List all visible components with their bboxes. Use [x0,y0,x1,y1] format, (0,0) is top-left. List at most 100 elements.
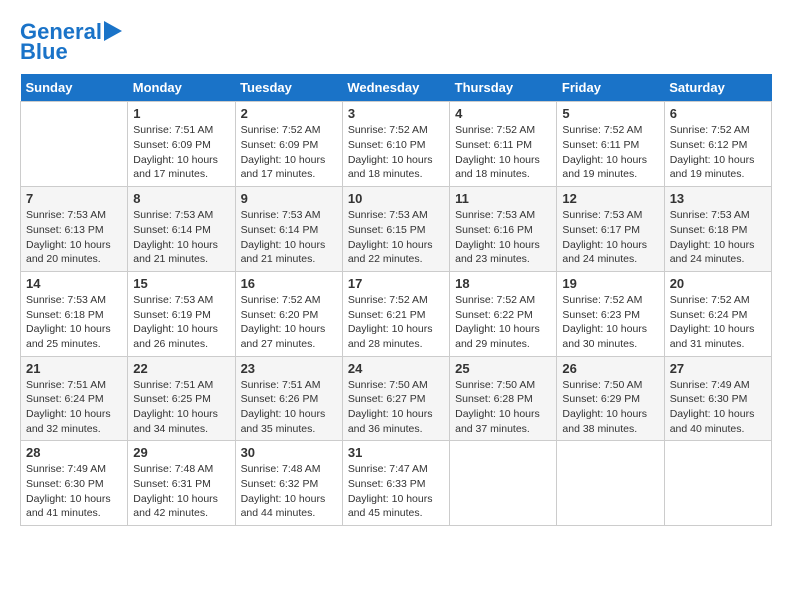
day-number: 12 [562,191,658,206]
day-info: Sunrise: 7:52 AMSunset: 6:22 PMDaylight:… [455,293,551,352]
day-number: 24 [348,361,444,376]
day-info: Sunrise: 7:52 AMSunset: 6:11 PMDaylight:… [455,123,551,182]
day-number: 21 [26,361,122,376]
day-info: Sunrise: 7:53 AMSunset: 6:18 PMDaylight:… [26,293,122,352]
calendar-cell: 4 Sunrise: 7:52 AMSunset: 6:11 PMDaylight… [450,102,557,187]
logo-icon [104,21,122,41]
day-number: 23 [241,361,337,376]
day-number: 30 [241,445,337,460]
day-number: 31 [348,445,444,460]
day-info: Sunrise: 7:52 AMSunset: 6:20 PMDaylight:… [241,293,337,352]
calendar-cell: 13 Sunrise: 7:53 AMSunset: 6:18 PMDayligh… [664,187,771,272]
calendar-cell: 25 Sunrise: 7:50 AMSunset: 6:28 PMDayligh… [450,356,557,441]
day-number: 7 [26,191,122,206]
day-info: Sunrise: 7:53 AMSunset: 6:17 PMDaylight:… [562,208,658,267]
day-number: 1 [133,106,229,121]
calendar-cell: 9 Sunrise: 7:53 AMSunset: 6:14 PMDaylight… [235,187,342,272]
day-number: 2 [241,106,337,121]
column-header-friday: Friday [557,74,664,102]
day-info: Sunrise: 7:50 AMSunset: 6:27 PMDaylight:… [348,378,444,437]
day-info: Sunrise: 7:53 AMSunset: 6:18 PMDaylight:… [670,208,766,267]
day-info: Sunrise: 7:53 AMSunset: 6:15 PMDaylight:… [348,208,444,267]
column-header-monday: Monday [128,74,235,102]
day-info: Sunrise: 7:53 AMSunset: 6:16 PMDaylight:… [455,208,551,267]
calendar-cell: 18 Sunrise: 7:52 AMSunset: 6:22 PMDayligh… [450,271,557,356]
day-info: Sunrise: 7:52 AMSunset: 6:21 PMDaylight:… [348,293,444,352]
calendar-cell: 27 Sunrise: 7:49 AMSunset: 6:30 PMDayligh… [664,356,771,441]
calendar-cell: 12 Sunrise: 7:53 AMSunset: 6:17 PMDayligh… [557,187,664,272]
calendar-cell [664,441,771,526]
day-info: Sunrise: 7:47 AMSunset: 6:33 PMDaylight:… [348,462,444,521]
day-number: 19 [562,276,658,291]
day-number: 4 [455,106,551,121]
day-number: 25 [455,361,551,376]
calendar-cell: 23 Sunrise: 7:51 AMSunset: 6:26 PMDayligh… [235,356,342,441]
day-info: Sunrise: 7:48 AMSunset: 6:31 PMDaylight:… [133,462,229,521]
day-info: Sunrise: 7:52 AMSunset: 6:23 PMDaylight:… [562,293,658,352]
day-info: Sunrise: 7:51 AMSunset: 6:25 PMDaylight:… [133,378,229,437]
column-header-tuesday: Tuesday [235,74,342,102]
calendar-cell: 21 Sunrise: 7:51 AMSunset: 6:24 PMDayligh… [21,356,128,441]
day-number: 26 [562,361,658,376]
day-number: 5 [562,106,658,121]
calendar-cell: 1Sunrise: 7:51 AMSunset: 6:09 PMDaylight… [128,102,235,187]
day-number: 22 [133,361,229,376]
day-number: 16 [241,276,337,291]
day-info: Sunrise: 7:53 AMSunset: 6:14 PMDaylight:… [133,208,229,267]
calendar-cell: 30 Sunrise: 7:48 AMSunset: 6:32 PMDayligh… [235,441,342,526]
calendar-cell: 11 Sunrise: 7:53 AMSunset: 6:16 PMDayligh… [450,187,557,272]
calendar-cell: 15 Sunrise: 7:53 AMSunset: 6:19 PMDayligh… [128,271,235,356]
day-number: 18 [455,276,551,291]
day-number: 14 [26,276,122,291]
calendar-cell: 5 Sunrise: 7:52 AMSunset: 6:11 PMDaylight… [557,102,664,187]
day-number: 27 [670,361,766,376]
day-info: Sunrise: 7:51 AMSunset: 6:26 PMDaylight:… [241,378,337,437]
calendar-cell: 24 Sunrise: 7:50 AMSunset: 6:27 PMDayligh… [342,356,449,441]
calendar-cell: 14 Sunrise: 7:53 AMSunset: 6:18 PMDayligh… [21,271,128,356]
day-info: Sunrise: 7:52 AMSunset: 6:24 PMDaylight:… [670,293,766,352]
day-info: Sunrise: 7:50 AMSunset: 6:29 PMDaylight:… [562,378,658,437]
calendar-week-row: 7 Sunrise: 7:53 AMSunset: 6:13 PMDaylight… [21,187,772,272]
day-number: 9 [241,191,337,206]
calendar-cell: 7 Sunrise: 7:53 AMSunset: 6:13 PMDaylight… [21,187,128,272]
day-info: Sunrise: 7:50 AMSunset: 6:28 PMDaylight:… [455,378,551,437]
calendar-header-row: SundayMondayTuesdayWednesdayThursdayFrid… [21,74,772,102]
day-number: 11 [455,191,551,206]
day-info: Sunrise: 7:53 AMSunset: 6:14 PMDaylight:… [241,208,337,267]
day-info: Sunrise: 7:53 AMSunset: 6:13 PMDaylight:… [26,208,122,267]
day-info: Sunrise: 7:52 AMSunset: 6:10 PMDaylight:… [348,123,444,182]
calendar-week-row: 21 Sunrise: 7:51 AMSunset: 6:24 PMDayligh… [21,356,772,441]
day-info: Sunrise: 7:48 AMSunset: 6:32 PMDaylight:… [241,462,337,521]
day-number: 13 [670,191,766,206]
calendar-cell: 29Sunrise: 7:48 AMSunset: 6:31 PMDayligh… [128,441,235,526]
day-info: Sunrise: 7:51 AMSunset: 6:24 PMDaylight:… [26,378,122,437]
calendar-cell: 26 Sunrise: 7:50 AMSunset: 6:29 PMDayligh… [557,356,664,441]
page-header: General Blue [20,20,772,64]
day-number: 17 [348,276,444,291]
calendar-cell: 22 Sunrise: 7:51 AMSunset: 6:25 PMDayligh… [128,356,235,441]
day-info: Sunrise: 7:52 AMSunset: 6:12 PMDaylight:… [670,123,766,182]
day-info: Sunrise: 7:52 AMSunset: 6:11 PMDaylight:… [562,123,658,182]
calendar-cell: 8Sunrise: 7:53 AMSunset: 6:14 PMDaylight… [128,187,235,272]
calendar-table: SundayMondayTuesdayWednesdayThursdayFrid… [20,74,772,526]
day-info: Sunrise: 7:52 AMSunset: 6:09 PMDaylight:… [241,123,337,182]
day-number: 10 [348,191,444,206]
day-info: Sunrise: 7:49 AMSunset: 6:30 PMDaylight:… [26,462,122,521]
calendar-cell [450,441,557,526]
column-header-thursday: Thursday [450,74,557,102]
calendar-cell: 6 Sunrise: 7:52 AMSunset: 6:12 PMDaylight… [664,102,771,187]
day-info: Sunrise: 7:53 AMSunset: 6:19 PMDaylight:… [133,293,229,352]
day-number: 6 [670,106,766,121]
calendar-week-row: 1Sunrise: 7:51 AMSunset: 6:09 PMDaylight… [21,102,772,187]
logo: General Blue [20,20,122,64]
day-number: 15 [133,276,229,291]
calendar-cell [21,102,128,187]
calendar-cell: 3 Sunrise: 7:52 AMSunset: 6:10 PMDaylight… [342,102,449,187]
calendar-cell: 31 Sunrise: 7:47 AMSunset: 6:33 PMDayligh… [342,441,449,526]
column-header-sunday: Sunday [21,74,128,102]
day-number: 3 [348,106,444,121]
column-header-wednesday: Wednesday [342,74,449,102]
column-header-saturday: Saturday [664,74,771,102]
day-info: Sunrise: 7:49 AMSunset: 6:30 PMDaylight:… [670,378,766,437]
calendar-cell [557,441,664,526]
